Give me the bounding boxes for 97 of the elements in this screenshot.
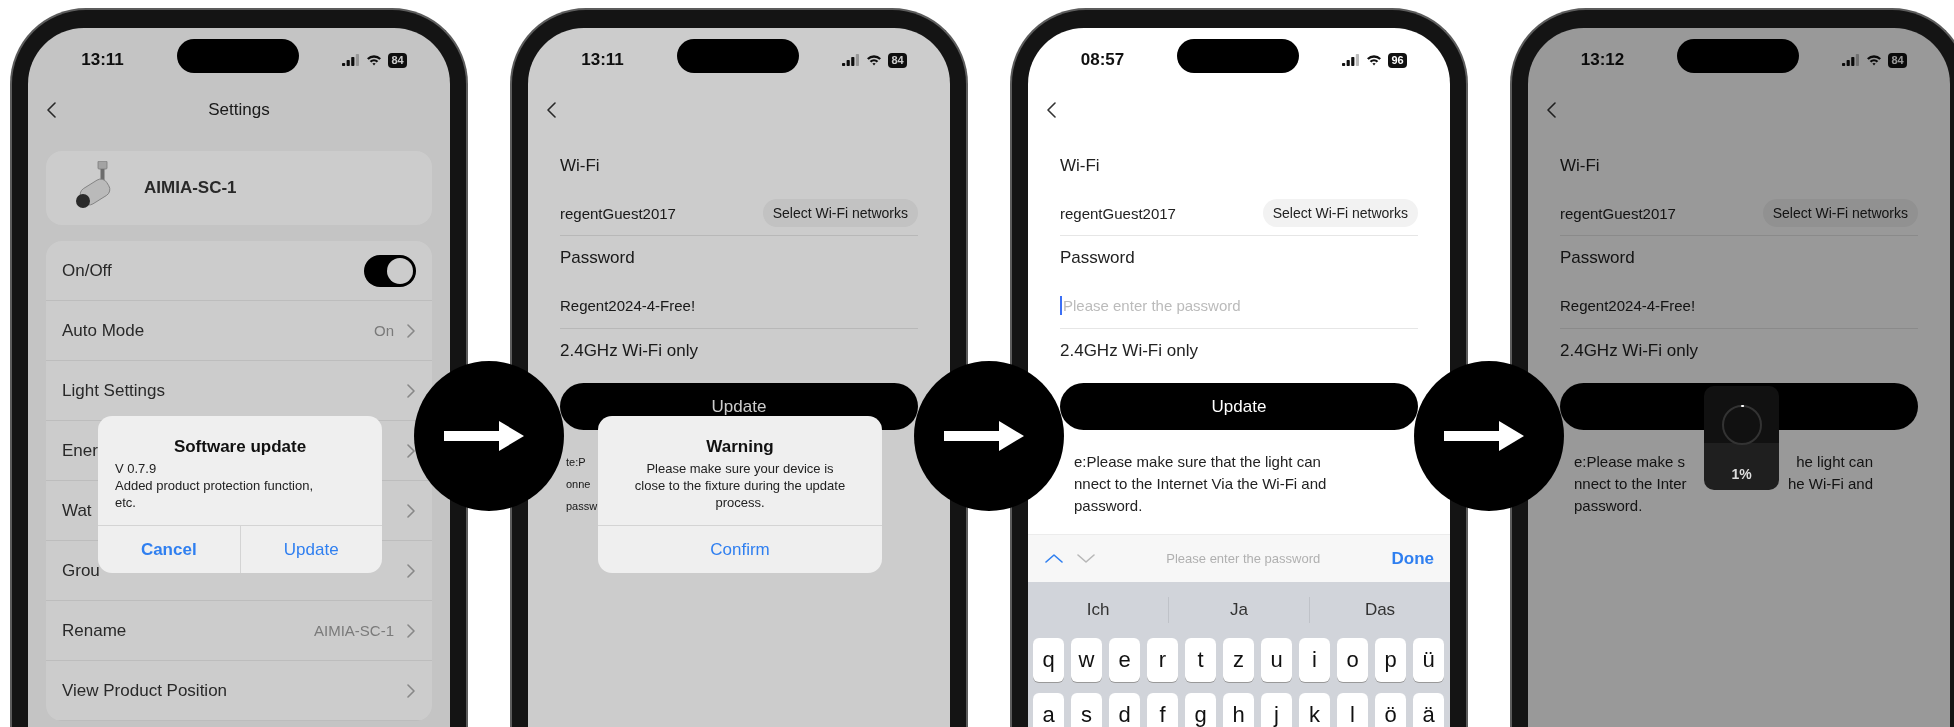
key[interactable]: p — [1375, 638, 1406, 682]
setting-label: Light Settings — [62, 380, 165, 401]
note-text: onne — [566, 477, 591, 492]
toggle-switch[interactable] — [364, 254, 416, 287]
key[interactable]: a — [1033, 693, 1064, 727]
section-label: 2.4GHz Wi-Fi only — [1560, 340, 1699, 362]
key[interactable]: ü — [1413, 638, 1444, 682]
dialog-message: Please make sure your device is close to the fixture during the update process. — [633, 460, 847, 512]
key[interactable]: d — [1109, 693, 1140, 727]
back-icon[interactable] — [1546, 102, 1557, 118]
key[interactable]: r — [1147, 638, 1178, 682]
select-networks-button[interactable]: Select Wi-Fi networks — [1762, 199, 1918, 227]
setting-label: Grou — [62, 560, 100, 581]
back-icon[interactable] — [1046, 102, 1057, 118]
key[interactable]: w — [1071, 638, 1102, 682]
section-label: Wi-Fi — [1060, 155, 1101, 177]
key[interactable]: z — [1223, 638, 1254, 682]
battery-level: 84 — [388, 52, 407, 68]
key[interactable]: u — [1261, 638, 1292, 682]
done-button[interactable]: Done — [1391, 548, 1434, 569]
key[interactable]: q — [1033, 638, 1064, 682]
network-name: regentGuest2017 — [560, 204, 676, 222]
section-label: Password — [1560, 247, 1636, 269]
wifi-icon — [866, 54, 883, 66]
network-name: regentGuest2017 — [1560, 204, 1676, 222]
key[interactable]: o — [1337, 638, 1368, 682]
dialog-title: Warning — [705, 436, 775, 458]
setting-label: Wat — [62, 500, 92, 521]
wifi-icon — [1366, 54, 1383, 66]
key[interactable]: e — [1109, 638, 1140, 682]
section-label: Wi-Fi — [560, 155, 601, 177]
battery-level: 96 — [1388, 52, 1407, 68]
key[interactable]: s — [1071, 693, 1102, 727]
network-name: regentGuest2017 — [1060, 204, 1176, 222]
setting-label: Rename — [62, 620, 127, 641]
password-field[interactable]: Regent2024-4-Free! — [560, 297, 696, 314]
key[interactable]: l — [1337, 693, 1368, 727]
signal-icon — [842, 54, 861, 66]
note-text: nnect to the Internet Via the Wi-Fi and — [1074, 474, 1327, 494]
note-text: passw — [566, 499, 598, 514]
section-label: 2.4GHz Wi-Fi only — [560, 340, 699, 362]
key[interactable]: j — [1261, 693, 1292, 727]
note-text: e:Please make sure that the light can — [1074, 452, 1321, 472]
battery-level: 84 — [1888, 52, 1907, 68]
chevron-up-icon[interactable] — [1045, 553, 1063, 564]
signal-icon — [1342, 54, 1361, 66]
password-field[interactable]: Regent2024-4-Free! — [1560, 297, 1696, 314]
word-suggestion[interactable]: Ich — [1028, 597, 1168, 623]
device-name: AIMIA-SC-1 — [144, 178, 237, 198]
signal-icon — [342, 54, 361, 66]
back-icon[interactable] — [546, 102, 557, 118]
signal-icon — [1842, 54, 1861, 66]
back-icon[interactable] — [46, 102, 57, 118]
progress-label: 1% — [1731, 466, 1752, 482]
screen-title: Settings — [207, 100, 271, 120]
key[interactable]: i — [1299, 638, 1330, 682]
word-suggestion[interactable]: Das — [1309, 597, 1450, 623]
wifi-icon — [366, 54, 383, 66]
key[interactable]: ö — [1375, 693, 1406, 727]
field-prompt: Please enter the password — [1165, 551, 1322, 566]
note-text: password. — [1074, 496, 1143, 516]
select-networks-button[interactable]: Select Wi-Fi networks — [1262, 199, 1418, 227]
section-label: Password — [1060, 247, 1136, 269]
setting-label: View Product Position — [62, 680, 228, 701]
status-time: 13:12 — [1579, 50, 1626, 70]
status-time: 13:11 — [580, 50, 625, 70]
note-text: he light can — [1796, 452, 1873, 472]
note-text: he Wi-Fi and — [1787, 474, 1873, 494]
update-button[interactable]: Update — [1060, 383, 1418, 430]
dialog-message: V 0.7.9 Added product protection function, etc. — [114, 460, 315, 512]
select-networks-button[interactable]: Select Wi-Fi networks — [762, 199, 918, 227]
chevron-right-icon[interactable] — [406, 443, 416, 458]
setting-label: Auto Mode — [62, 320, 145, 341]
key[interactable]: t — [1185, 638, 1216, 682]
dialog-title: Software update — [172, 436, 308, 458]
section-label: Wi-Fi — [1560, 155, 1601, 177]
status-time: 13:11 — [80, 50, 125, 70]
note-text: password. — [1574, 496, 1643, 516]
key[interactable]: h — [1223, 693, 1254, 727]
key[interactable]: ä — [1413, 693, 1444, 727]
setting-label: On/Off — [62, 260, 112, 281]
setting-value: AIMIA-SC-1 — [314, 622, 394, 639]
setting-label: Ener — [62, 440, 98, 461]
key[interactable]: f — [1147, 693, 1178, 727]
word-suggestion[interactable]: Ja — [1168, 597, 1309, 623]
chevron-down-icon[interactable] — [1077, 553, 1095, 564]
setting-value: On — [374, 322, 394, 339]
status-time: 08:57 — [1079, 50, 1126, 70]
note-text: te:P — [566, 455, 586, 470]
section-label: Password — [560, 247, 636, 269]
section-label: 2.4GHz Wi-Fi only — [1060, 340, 1199, 362]
battery-level: 84 — [888, 52, 907, 68]
note-text: e:Please make s — [1574, 452, 1685, 472]
key[interactable]: k — [1299, 693, 1330, 727]
wifi-icon — [1866, 54, 1883, 66]
note-text: nnect to the Inter — [1574, 474, 1687, 494]
key[interactable]: g — [1185, 693, 1216, 727]
